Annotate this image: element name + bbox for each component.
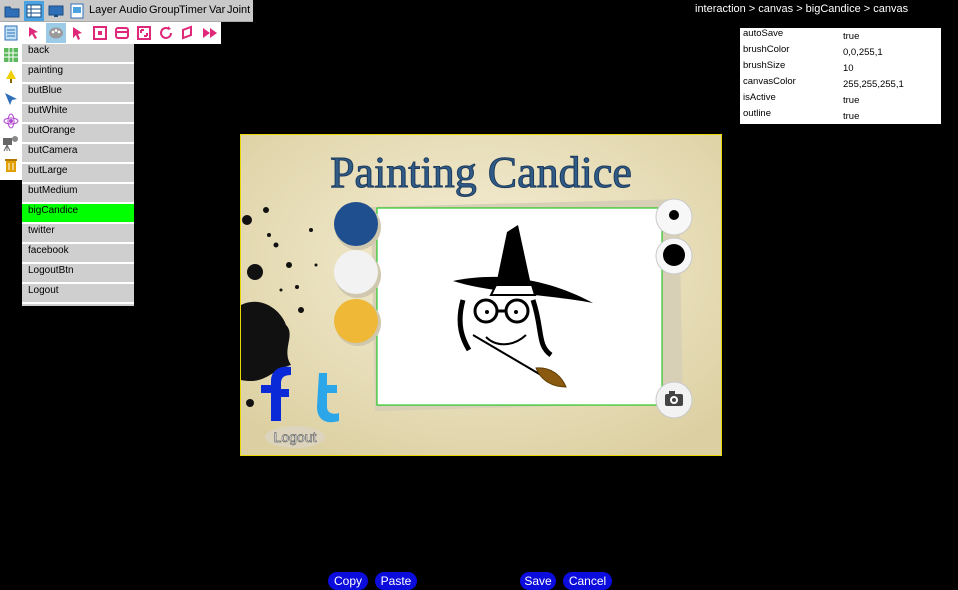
property-row-outline[interactable]: outline true	[740, 108, 941, 124]
pointer-star-icon[interactable]	[24, 23, 44, 43]
object-item-facebook[interactable]: facebook	[22, 244, 134, 264]
game-title: Painting Candice	[330, 148, 632, 197]
trash-icon[interactable]	[1, 155, 21, 175]
property-value[interactable]: true	[843, 111, 859, 122]
menu-group[interactable]: Group	[149, 4, 180, 16]
document-icon[interactable]	[67, 1, 87, 21]
object-item-butcamera[interactable]: butCamera	[22, 144, 134, 164]
menu-layer[interactable]: Layer	[89, 4, 117, 16]
white-color-button[interactable]	[334, 250, 378, 294]
menu-timer[interactable]: Timer	[179, 4, 207, 16]
game-canvas[interactable]: Painting Candice Logout	[240, 134, 722, 456]
property-value[interactable]: true	[843, 31, 859, 42]
object-item-butwhite[interactable]: butWhite	[22, 104, 134, 124]
transform-icon[interactable]	[178, 23, 198, 43]
select-arrow-icon[interactable]	[68, 23, 88, 43]
list-view-icon[interactable]	[24, 1, 44, 21]
object-item-logoutbtn[interactable]: LogoutBtn	[22, 264, 134, 284]
property-name: outline	[743, 108, 771, 119]
cancel-button[interactable]: Cancel	[563, 572, 612, 590]
cursor-icon[interactable]	[1, 89, 21, 109]
property-row-autosave[interactable]: autoSave true	[740, 28, 941, 44]
object-item-butlarge[interactable]: butLarge	[22, 164, 134, 184]
camera-tripod-icon[interactable]	[1, 133, 21, 153]
menu-var[interactable]: Var	[209, 4, 225, 16]
property-value[interactable]: 255,255,255,1	[843, 79, 904, 90]
menu-audio[interactable]: Audio	[119, 4, 147, 16]
blue-color-button[interactable]	[334, 202, 378, 246]
breadcrumb: interaction > canvas > bigCandice > canv…	[695, 3, 909, 15]
object-list: back painting butBlue butWhite butOrange butC…	[22, 44, 134, 306]
tree-icon[interactable]	[1, 67, 21, 87]
property-name: isActive	[743, 92, 776, 103]
grid-icon[interactable]	[1, 45, 21, 65]
window-icon[interactable]	[112, 23, 132, 43]
property-value[interactable]: 0,0,255,1	[843, 47, 883, 58]
object-item-butmedium[interactable]: butMedium	[22, 184, 134, 204]
menu-joint[interactable]: Joint	[227, 4, 250, 16]
paste-button[interactable]: Paste	[375, 572, 417, 590]
properties-panel: autoSave true brushColor 0,0,255,1 brushSize…	[740, 28, 941, 124]
palette-icon[interactable]	[46, 23, 66, 43]
property-name: brushSize	[743, 60, 786, 71]
object-item-twitter[interactable]: twitter	[22, 224, 134, 244]
atom-icon[interactable]	[1, 111, 21, 131]
folder-icon[interactable]	[2, 1, 22, 21]
property-value[interactable]: 10	[843, 63, 854, 74]
object-item-bigcandice[interactable]: bigCandice	[22, 204, 134, 224]
property-name: canvasColor	[743, 76, 796, 87]
property-name: brushColor	[743, 44, 790, 55]
forward-icon[interactable]	[200, 23, 220, 43]
rotate-icon[interactable]	[156, 23, 176, 43]
orange-color-button[interactable]	[334, 299, 378, 343]
screen-icon[interactable]	[46, 1, 66, 21]
save-button[interactable]: Save	[520, 572, 556, 590]
property-row-brushcolor[interactable]: brushColor 0,0,255,1	[740, 44, 941, 60]
left-palette	[0, 22, 22, 180]
property-row-brushsize[interactable]: brushSize 10	[740, 60, 941, 76]
object-item-logout[interactable]: Logout	[22, 284, 134, 304]
top-toolbar: Layer Audio Group Timer Var Joint	[0, 0, 253, 22]
page-icon[interactable]	[1, 23, 21, 43]
property-value[interactable]: true	[843, 95, 859, 106]
resize-icon[interactable]	[134, 23, 154, 43]
property-row-isactive[interactable]: isActive true	[740, 92, 941, 108]
object-item-butblue[interactable]: butBlue	[22, 84, 134, 104]
crop-icon[interactable]	[90, 23, 110, 43]
property-row-canvascolor[interactable]: canvasColor 255,255,255,1	[740, 76, 941, 92]
object-item-painting[interactable]: painting	[22, 64, 134, 84]
object-item-butorange[interactable]: butOrange	[22, 124, 134, 144]
copy-button[interactable]: Copy	[328, 572, 368, 590]
property-name: autoSave	[743, 28, 784, 39]
object-item-back[interactable]: back	[22, 44, 134, 64]
tool-toolbar	[22, 22, 221, 44]
logout-button[interactable]: Logout	[273, 429, 317, 446]
